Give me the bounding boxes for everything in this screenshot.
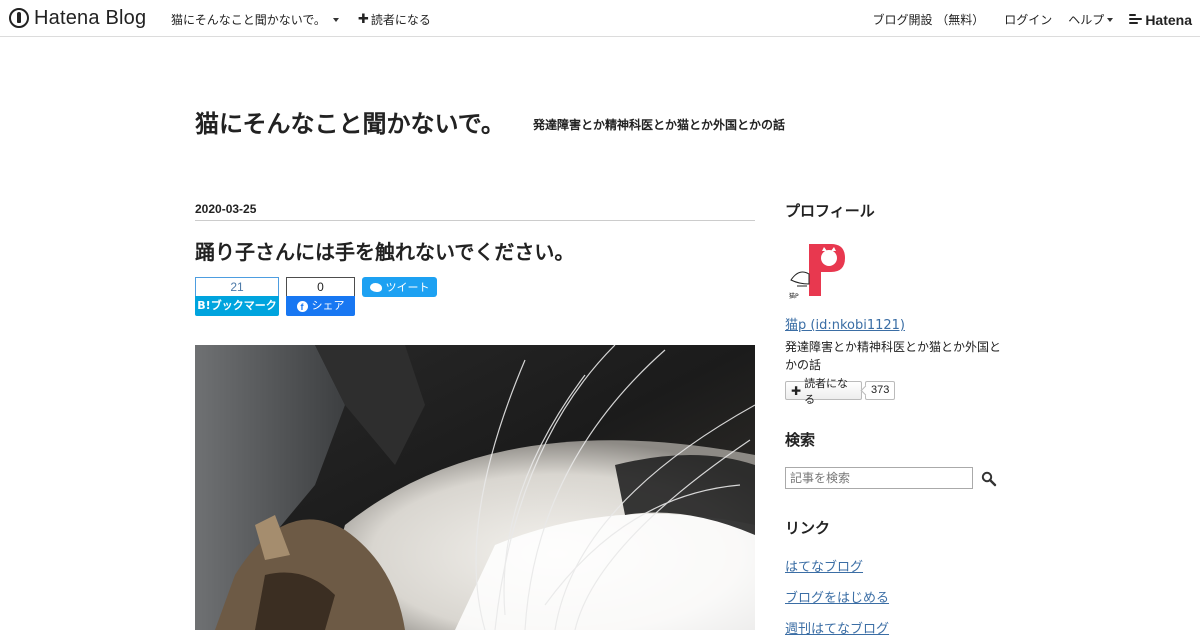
subscribe-button[interactable]: ✚ 読者になる (785, 377, 862, 406)
search-input[interactable] (785, 467, 973, 489)
link-start-blog[interactable]: ブログをはじめる (785, 587, 889, 606)
subscribe-link-top[interactable]: ✚ 読者になる (358, 11, 431, 28)
facebook-share-label-wrap: f シェア (286, 296, 355, 316)
plus-icon: ✚ (358, 12, 369, 27)
date-divider (195, 220, 755, 221)
profile-avatar[interactable]: 猫P (785, 240, 847, 302)
profile-heading: プロフィール (785, 202, 875, 220)
profile-description: 発達障害とか精神科医とか猫とか外国とかの話 (785, 340, 1002, 372)
links-heading: リンク (785, 519, 831, 537)
tweet-label: ツイート (385, 281, 430, 294)
entry-date[interactable]: 2020-03-25 (195, 202, 256, 216)
hatena-blog-pen-icon (9, 8, 29, 28)
caret-down-icon (1107, 17, 1114, 22)
link-hatena-blog[interactable]: はてなブログ (785, 556, 863, 575)
hatena-label: Hatena (1145, 11, 1192, 28)
search-heading: 検索 (785, 431, 816, 449)
svg-text:猫P: 猫P (789, 292, 799, 300)
open-blog-link[interactable]: ブログ開設 （無料） (872, 11, 984, 28)
hatena-blog-logo[interactable]: Hatena Blog (9, 7, 146, 29)
login-link[interactable]: ログイン (1004, 11, 1052, 28)
blog-description: 発達障害とか精神科医とか猫とか外国とかの話 (533, 118, 786, 132)
help-menu[interactable]: ヘルプ (1068, 11, 1114, 28)
facebook-icon: f (296, 300, 308, 312)
hatena-logo[interactable]: Hatena (1129, 12, 1192, 28)
help-label: ヘルプ (1068, 13, 1105, 27)
subscribe-button-label: 読者になる (804, 376, 849, 406)
subscribe-label: 読者になる (370, 13, 431, 27)
blog-name-menu-label: 猫にそんなこと聞かないで。 (171, 13, 326, 27)
entry-photo-cat (195, 345, 755, 630)
subscriber-count: 373 (865, 381, 896, 400)
entry-title[interactable]: 踊り子さんには手を触れないでください。 (195, 236, 574, 265)
hatena-stripes-icon (1129, 14, 1143, 25)
hatena-bookmark-button[interactable]: 21 B!ブックマーク (195, 277, 279, 316)
facebook-share-button[interactable]: 0 f シェア (286, 277, 355, 316)
header-right-nav: ブログ開設 （無料） ログイン ヘルプ Hatena (872, 11, 1200, 28)
search-icon[interactable] (981, 471, 997, 487)
blog-title[interactable]: 猫にそんなこと聞かないで。 (195, 104, 505, 139)
blog-name-menu[interactable]: 猫にそんなこと聞かないで。 (171, 11, 339, 28)
bookmark-count[interactable]: 21 (195, 277, 279, 296)
twitter-bird-icon (369, 282, 382, 292)
plus-icon: ✚ (791, 383, 802, 398)
tweet-button[interactable]: ツイート (362, 277, 437, 297)
caret-down-icon (332, 17, 339, 22)
global-header: Hatena Blog 猫にそんなこと聞かないで。 ✚ 読者になる ブログ開設 … (0, 0, 1200, 37)
link-weekly-hatena-blog[interactable]: 週刊はてなブログ (785, 618, 889, 637)
facebook-count: 0 (286, 277, 355, 296)
profile-id-link[interactable]: 猫p (id:nkobi1121) (785, 314, 905, 333)
logo-text: Hatena Blog (34, 6, 147, 29)
facebook-share-label: シェア (311, 299, 345, 312)
bookmark-label: B!ブックマーク (195, 296, 279, 316)
